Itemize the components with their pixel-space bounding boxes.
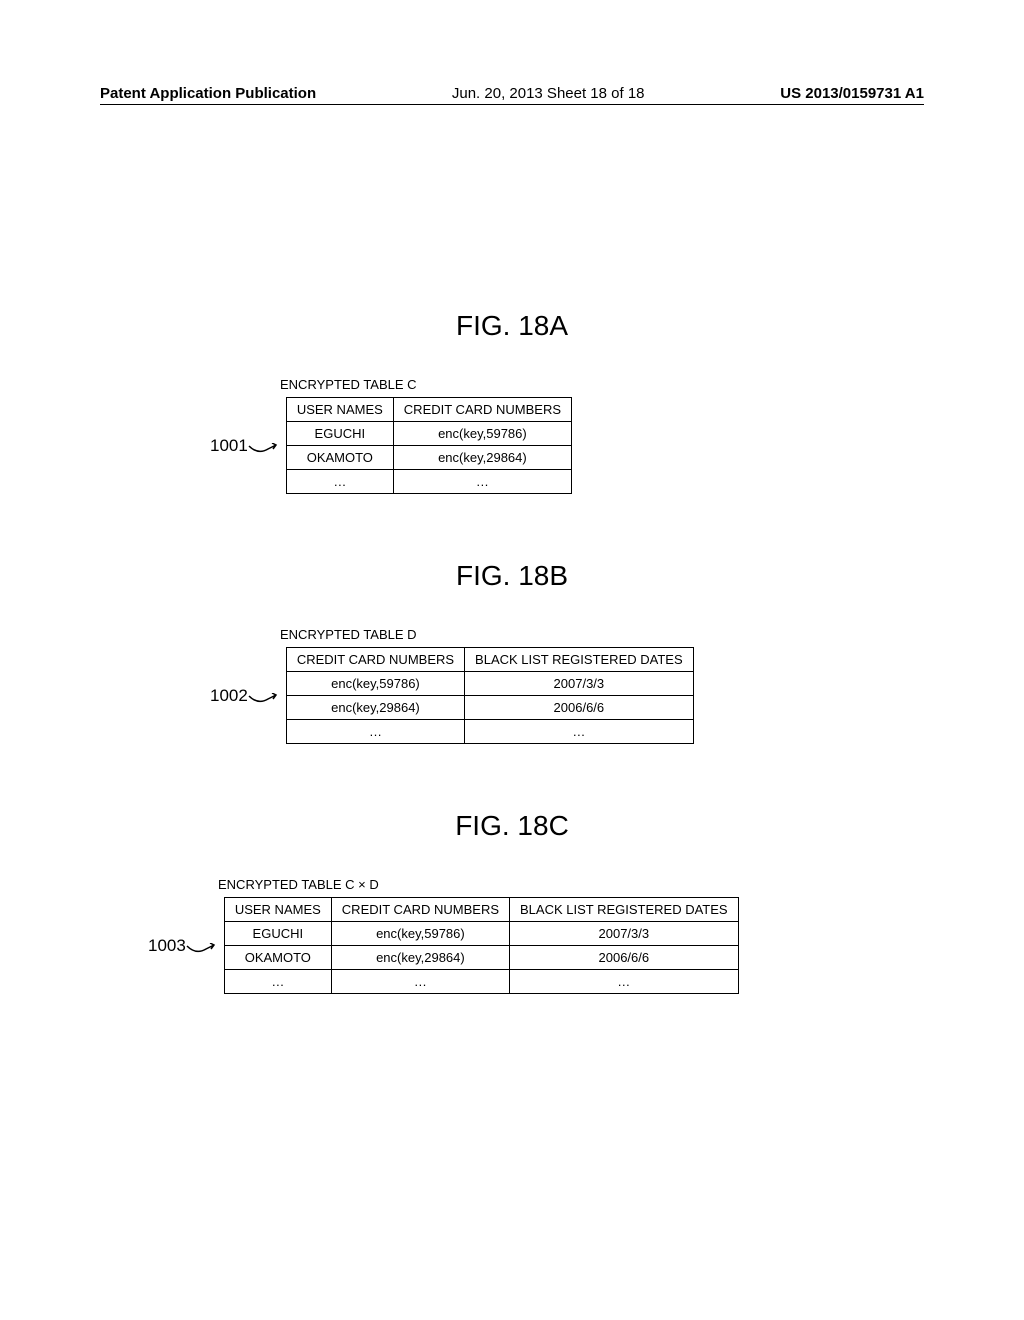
table-c-header: BLACK LIST REGISTERED DATES (510, 898, 739, 922)
ref-number-b: 1002 (210, 686, 248, 706)
table-cell: enc(key,29864) (393, 446, 571, 470)
table-label-c: ENCRYPTED TABLE C × D (218, 877, 739, 892)
table-cell: … (331, 970, 509, 994)
figure-18c: FIG. 18C ENCRYPTED TABLE C × D 1003 USER… (0, 810, 1024, 994)
table-cell: … (465, 720, 694, 744)
table-cell: enc(key,59786) (331, 922, 509, 946)
table-cell: OKAMOTO (224, 946, 331, 970)
table-cell: EGUCHI (224, 922, 331, 946)
table-cell: enc(key,29864) (331, 946, 509, 970)
table-cell: OKAMOTO (286, 446, 393, 470)
table-row: … … (286, 470, 571, 494)
figure-18b: FIG. 18B ENCRYPTED TABLE D 1002 CREDIT C… (0, 560, 1024, 744)
figure-title-c: FIG. 18C (0, 810, 1024, 842)
table-row: … … … (224, 970, 738, 994)
table-cell: … (393, 470, 571, 494)
table-row: … … (286, 720, 693, 744)
table-cell: … (224, 970, 331, 994)
leader-line-icon (248, 440, 278, 452)
figure-title-b: FIG. 18B (0, 560, 1024, 592)
table-b-header: BLACK LIST REGISTERED DATES (465, 648, 694, 672)
table-a: USER NAMES CREDIT CARD NUMBERS EGUCHI en… (286, 397, 572, 494)
table-cell: … (286, 720, 464, 744)
table-cell: 2006/6/6 (465, 696, 694, 720)
table-b: CREDIT CARD NUMBERS BLACK LIST REGISTERE… (286, 647, 694, 744)
table-cell: EGUCHI (286, 422, 393, 446)
table-a-header: USER NAMES (286, 398, 393, 422)
header-date-sheet: Jun. 20, 2013 Sheet 18 of 18 (452, 85, 645, 102)
table-c: USER NAMES CREDIT CARD NUMBERS BLACK LIS… (224, 897, 739, 994)
table-c-header: CREDIT CARD NUMBERS (331, 898, 509, 922)
table-cell: enc(key,29864) (286, 696, 464, 720)
table-row: EGUCHI enc(key,59786) (286, 422, 571, 446)
table-label-a: ENCRYPTED TABLE C (280, 377, 572, 392)
table-c-header: USER NAMES (224, 898, 331, 922)
leader-line-icon (186, 940, 216, 952)
table-label-b: ENCRYPTED TABLE D (280, 627, 694, 642)
table-row: OKAMOTO enc(key,29864) (286, 446, 571, 470)
table-row: enc(key,59786) 2007/3/3 (286, 672, 693, 696)
leader-line-icon (248, 690, 278, 702)
table-a-header: CREDIT CARD NUMBERS (393, 398, 571, 422)
figure-18a: FIG. 18A ENCRYPTED TABLE C 1001 USER NAM… (0, 310, 1024, 494)
table-cell: 2006/6/6 (510, 946, 739, 970)
table-cell: enc(key,59786) (286, 672, 464, 696)
table-row: EGUCHI enc(key,59786) 2007/3/3 (224, 922, 738, 946)
table-cell: … (510, 970, 739, 994)
header-patent-number: US 2013/0159731 A1 (780, 85, 924, 102)
header-publication: Patent Application Publication (100, 85, 316, 102)
table-cell: … (286, 470, 393, 494)
figure-title-a: FIG. 18A (0, 310, 1024, 342)
page-header: Patent Application Publication Jun. 20, … (100, 85, 924, 105)
table-b-header: CREDIT CARD NUMBERS (286, 648, 464, 672)
table-row: enc(key,29864) 2006/6/6 (286, 696, 693, 720)
ref-number-a: 1001 (210, 436, 248, 456)
ref-number-c: 1003 (148, 936, 186, 956)
table-cell: 2007/3/3 (465, 672, 694, 696)
table-row: OKAMOTO enc(key,29864) 2006/6/6 (224, 946, 738, 970)
table-cell: 2007/3/3 (510, 922, 739, 946)
table-cell: enc(key,59786) (393, 422, 571, 446)
